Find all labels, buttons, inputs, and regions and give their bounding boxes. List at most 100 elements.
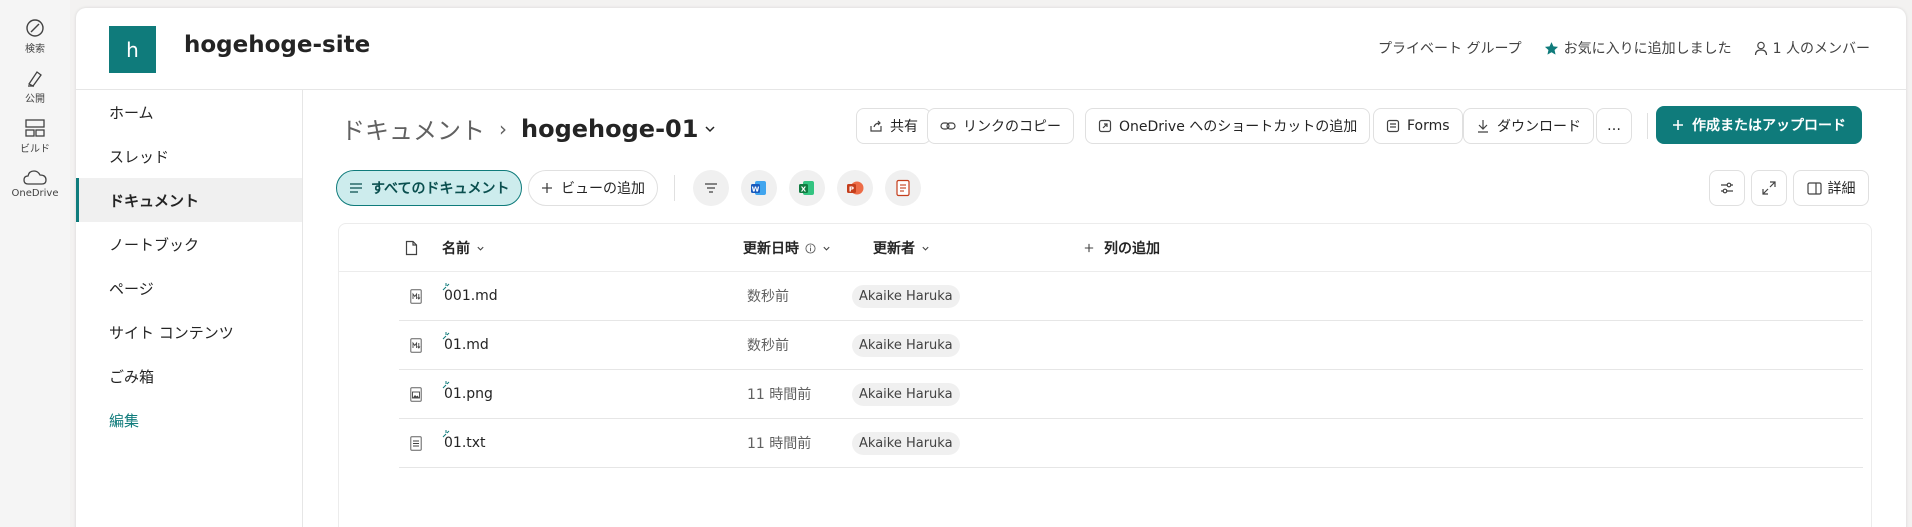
breadcrumb: ドキュメント › hogehoge-01 [341,111,716,146]
user-chip[interactable]: Akaike Haruka [852,284,960,308]
powerpoint-icon: P [847,181,864,195]
svg-text:P: P [849,185,854,193]
file-name-cell[interactable]: 01.txt [442,419,486,467]
add-column-button[interactable]: 列の追加 [1084,224,1160,272]
chevron-down-icon [922,246,929,251]
file-name[interactable]: 01.md [442,332,489,353]
document-icon [896,179,910,197]
file-name-cell[interactable]: 01.md [442,321,489,369]
user-chip[interactable]: Akaike Haruka [852,333,960,357]
nav-item-site-contents[interactable]: サイト コンテンツ [76,310,302,354]
view-options-button[interactable] [1709,170,1745,206]
user-chip[interactable]: Akaike Haruka [852,382,960,406]
table-row[interactable]: 01.txt 11 時間前 Akaike Haruka [399,419,1863,468]
expand-button[interactable] [1751,170,1787,206]
plus-icon [542,183,552,193]
new-powerpoint-button[interactable]: P [837,170,873,206]
rail-build[interactable]: ビルド [0,118,70,155]
new-file-sparkle-icon [442,381,450,389]
name-header-label: 名前 [442,241,470,257]
download-button[interactable]: ダウンロード [1463,108,1594,144]
markdown-file-icon [410,337,422,353]
breadcrumb-separator: › [499,116,507,141]
site-title[interactable]: hogehoge-site [184,32,370,58]
file-name-cell[interactable]: 001.md [442,272,498,320]
user-chip[interactable]: Akaike Haruka [852,431,960,455]
details-label: 詳細 [1827,181,1856,197]
rail-publish[interactable]: 公開 [0,68,70,105]
details-button[interactable]: 詳細 [1793,170,1869,206]
nav-item-threads[interactable]: スレッド [76,134,302,178]
favorite-button[interactable]: お気に入りに追加しました [1544,38,1732,58]
file-name[interactable]: 01.txt [442,430,486,451]
header-divider [76,89,1906,90]
new-word-button[interactable]: W [741,170,777,206]
file-type-icon [405,240,418,256]
name-column-header[interactable]: 名前 [442,224,485,272]
forms-button[interactable]: Forms [1373,108,1463,144]
expand-icon [1762,181,1776,195]
breadcrumb-current[interactable]: hogehoge-01 [521,115,698,143]
members-button[interactable]: 1 人のメンバー [1754,38,1870,58]
app-rail: 検索 公開 ビルド OneDrive [0,0,70,527]
modified-by-cell: Akaike Haruka [852,272,960,320]
rail-search[interactable]: 検索 [0,18,70,55]
info-icon [805,242,816,254]
word-icon: W [751,181,766,195]
nav-item-home[interactable]: ホーム [76,90,302,134]
nav-label: ドキュメント [109,191,200,210]
modified-by-header-label: 更新者 [873,241,915,257]
view-all-documents[interactable]: すべてのドキュメント [336,170,523,206]
nav-item-pages[interactable]: ページ [76,266,302,310]
nav-label: ページ [109,279,154,298]
text-file-icon [410,435,422,451]
chevron-down-icon [477,246,484,251]
file-name[interactable]: 001.md [442,283,498,304]
filter-icon [705,183,717,193]
onedrive-shortcut-label: OneDrive へのショートカットの追加 [1119,119,1358,135]
document-list: 名前 更新日時 更新者 列の追加 001.md 数秒前 Akaike Haruk… [338,223,1872,527]
viewbar-separator [674,175,675,201]
file-type-header[interactable] [405,224,418,272]
view-all-label: すべてのドキュメント [371,181,510,197]
nav-label: スレッド [109,147,170,166]
table-row[interactable]: 001.md 数秒前 Akaike Haruka [399,272,1863,321]
create-upload-label: 作成またはアップロード [1692,118,1846,134]
chevron-down-icon[interactable] [704,123,716,135]
nav-label: 編集 [109,411,140,430]
sliders-icon [1721,182,1733,194]
share-button[interactable]: 共有 [856,108,931,144]
link-icon [940,122,956,130]
rail-onedrive[interactable]: OneDrive [0,168,70,199]
list-header: 名前 更新日時 更新者 列の追加 [339,224,1871,272]
nav-edit-link[interactable]: 編集 [76,398,302,442]
site-header-actions: プライベート グループ お気に入りに追加しました 1 人のメンバー [1378,38,1870,58]
file-name[interactable]: 01.png [442,381,493,402]
nav-label: サイト コンテンツ [109,323,234,342]
modified-column-header[interactable]: 更新日時 [743,224,831,272]
nav-item-notebook[interactable]: ノートブック [76,222,302,266]
nav-item-documents[interactable]: ドキュメント [76,178,302,222]
file-icon-cell [410,419,422,467]
more-button[interactable]: … [1596,108,1632,144]
command-separator [1647,113,1648,139]
modified-by-column-header[interactable]: 更新者 [873,224,930,272]
forms-icon [1386,119,1400,133]
file-name-cell[interactable]: 01.png [442,370,493,418]
new-excel-button[interactable]: X [789,170,825,206]
modified-header-label: 更新日時 [743,241,799,257]
copy-link-button[interactable]: リンクのコピー [927,108,1074,144]
site-logo[interactable]: h [109,26,156,73]
nav-label: ノートブック [109,235,200,254]
site-card: h hogehoge-site プライベート グループ お気に入りに追加しました… [76,8,1906,527]
add-view-button[interactable]: ビューの追加 [528,170,658,206]
onedrive-icon [23,170,47,185]
table-row[interactable]: 01.md 数秒前 Akaike Haruka [399,321,1863,370]
filter-button[interactable] [693,170,729,206]
new-forms-button[interactable] [885,170,921,206]
breadcrumb-root[interactable]: ドキュメント [341,111,485,146]
onedrive-shortcut-button[interactable]: OneDrive へのショートカットの追加 [1085,108,1371,144]
nav-item-recycle-bin[interactable]: ごみ箱 [76,354,302,398]
table-row[interactable]: 01.png 11 時間前 Akaike Haruka [399,370,1863,419]
create-upload-button[interactable]: 作成またはアップロード [1656,106,1862,144]
